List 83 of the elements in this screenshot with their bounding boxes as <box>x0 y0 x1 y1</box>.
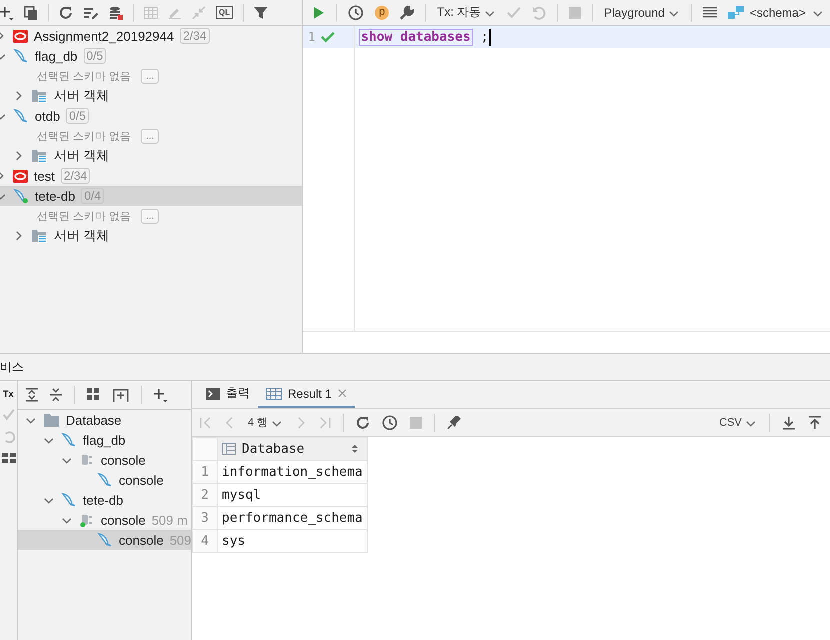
column-header[interactable]: Database <box>218 438 368 460</box>
wrench-icon[interactable] <box>400 6 414 20</box>
line-number: 1 <box>308 30 316 44</box>
tree-item[interactable]: otdb <box>35 108 60 124</box>
tree-item[interactable]: console <box>101 512 146 528</box>
tree-item[interactable]: test <box>34 168 55 184</box>
tree-item[interactable]: console <box>119 532 164 548</box>
no-schema-text: 선택된 스키마 없음 <box>37 210 132 224</box>
expand-all-icon[interactable] <box>26 388 38 402</box>
add-icon[interactable] <box>154 387 168 403</box>
tree-item[interactable]: 서버 객체 <box>54 87 110 105</box>
play-icon[interactable] <box>313 6 326 20</box>
history-icon[interactable] <box>382 414 398 430</box>
folder-icon <box>31 88 48 104</box>
filter-icon[interactable] <box>254 6 268 20</box>
grid-icon[interactable] <box>2 453 16 463</box>
row-number: 4 <box>192 530 218 552</box>
count-badge: 2/34 <box>60 168 90 184</box>
sql-keyword: show databases <box>360 30 472 44</box>
profile-badge[interactable]: p <box>375 6 390 20</box>
folder-icon <box>43 412 60 428</box>
tree-item[interactable]: flag_db <box>83 432 126 448</box>
no-schema-text: 선택된 스키마 없음 <box>37 70 132 84</box>
row-number: 1 <box>192 460 218 484</box>
table-cell: sys <box>218 530 368 552</box>
tree-item[interactable]: console <box>119 472 164 488</box>
upload-icon[interactable] <box>808 416 822 430</box>
add-frame-icon[interactable] <box>113 388 129 402</box>
duration-text: 509 m <box>152 512 188 528</box>
count-badge: 0/5 <box>66 108 89 124</box>
result-tab[interactable]: Result 1 <box>258 381 356 408</box>
session-dropdown[interactable]: Playground <box>604 6 680 20</box>
group-icon[interactable] <box>87 388 101 402</box>
tree-item[interactable]: tete-db <box>35 188 76 204</box>
folder-icon <box>31 148 48 164</box>
oracle-icon <box>13 28 28 44</box>
sort-icon[interactable] <box>350 443 359 455</box>
check-icon[interactable] <box>2 409 14 421</box>
terminal-icon <box>206 388 220 400</box>
copy-icon[interactable] <box>24 6 38 20</box>
refresh-icon[interactable] <box>356 416 370 430</box>
table-cell: mysql <box>218 484 368 506</box>
tree-item[interactable]: tete-db <box>83 492 124 508</box>
database-icon[interactable] <box>109 6 123 20</box>
result-tab[interactable]: 출력 <box>198 381 258 408</box>
export-format-dropdown[interactable]: CSV <box>719 416 757 428</box>
download-icon[interactable] <box>782 416 796 430</box>
tree-item[interactable]: 서버 객체 <box>54 147 110 165</box>
table-cell: information_schema <box>218 460 368 484</box>
tree-item[interactable]: console <box>101 452 146 468</box>
transaction-dropdown[interactable]: Tx: 자동 <box>437 4 496 21</box>
history-icon[interactable] <box>348 4 364 20</box>
panel-title: 비스 <box>0 358 24 376</box>
oracle-icon <box>13 168 28 184</box>
sql-text: ; <box>480 30 489 44</box>
count-badge: 2/34 <box>180 28 210 44</box>
database-edit-icon[interactable] <box>83 6 99 20</box>
no-schema-text: 선택된 스키마 없음 <box>37 130 132 144</box>
pin-icon[interactable] <box>447 416 462 430</box>
count-badge: 0/4 <box>81 188 104 204</box>
schema-dropdown[interactable]: <schema> <box>728 6 824 20</box>
schema-icon <box>728 6 744 20</box>
add-icon[interactable] <box>0 4 14 20</box>
collapse-all-icon[interactable] <box>50 388 62 402</box>
table-cell: performance_schema <box>218 506 368 530</box>
tree-item[interactable]: flag_db <box>35 48 78 64</box>
refresh-icon[interactable] <box>59 6 73 20</box>
count-badge: 0/5 <box>84 48 106 64</box>
tree-item[interactable]: 서버 객체 <box>54 227 110 245</box>
row-number: 2 <box>192 484 218 506</box>
check-icon[interactable] <box>507 6 522 20</box>
tree-item[interactable]: Assignment2_20192944 <box>34 28 174 44</box>
table-icon <box>266 388 282 400</box>
tree-item[interactable]: Database <box>66 412 122 428</box>
close-icon[interactable] <box>338 389 348 398</box>
folder-icon <box>31 228 48 244</box>
transaction-button[interactable]: Tx <box>3 389 14 399</box>
column-icon <box>222 443 236 455</box>
page-size-dropdown[interactable]: 4 행 <box>248 415 284 430</box>
row-number: 3 <box>192 506 218 530</box>
query-console-button[interactable]: QL <box>216 6 234 19</box>
duration-text: 509 <box>170 532 191 548</box>
layout-icon[interactable] <box>702 6 717 18</box>
